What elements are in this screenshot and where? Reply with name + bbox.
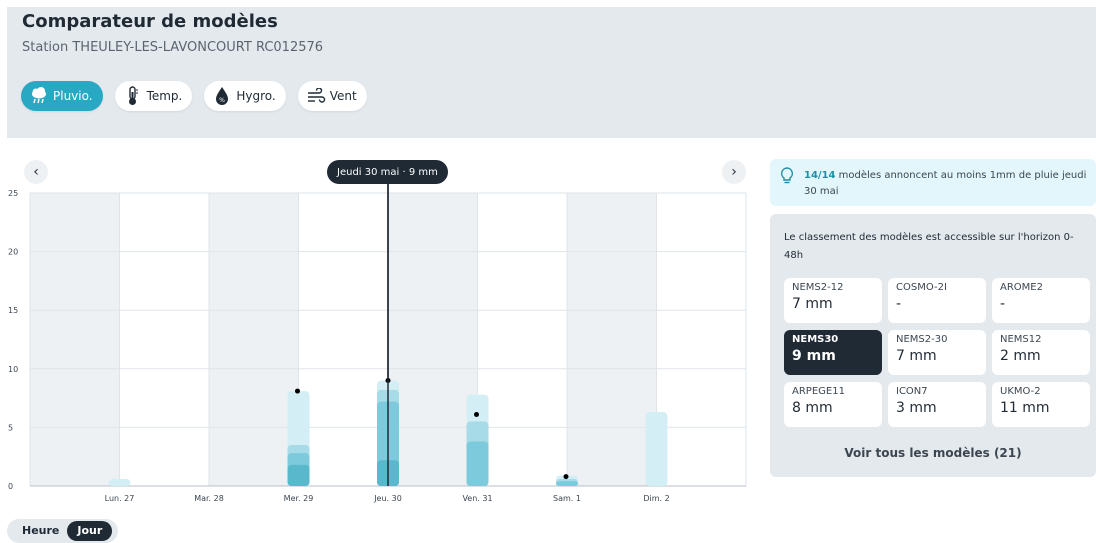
tab-pluvio[interactable]: Pluvio. bbox=[21, 81, 103, 111]
y-tick-label: 10 bbox=[8, 365, 18, 374]
day-column-shade bbox=[388, 193, 478, 486]
tab-vent-label: Vent bbox=[329, 89, 357, 103]
model-card[interactable]: NEMS2-12 7 mm bbox=[784, 278, 882, 323]
chevron-left-icon[interactable]: ‹ bbox=[24, 160, 48, 184]
toggle-day[interactable]: Jour bbox=[67, 521, 113, 541]
period-toggle: Heure Jour bbox=[7, 519, 118, 543]
model-name: NEMS2-12 bbox=[792, 282, 844, 293]
rain-cloud-icon bbox=[29, 86, 49, 106]
model-card[interactable]: AROME2 - bbox=[992, 278, 1090, 323]
model-ranking-panel: Le classement des modèles est accessible… bbox=[770, 214, 1096, 477]
model-value: - bbox=[896, 296, 902, 312]
x-tick-label: Sam. 1 bbox=[553, 494, 581, 503]
model-name: NEMS30 bbox=[792, 334, 839, 345]
consensus-count: 14/14 bbox=[804, 170, 836, 181]
consensus-text: modèles annoncent au moins 1mm de pluie … bbox=[804, 170, 1087, 197]
tab-hygro[interactable]: % Hygro. bbox=[204, 81, 286, 111]
model-card[interactable]: ARPEGE11 8 mm bbox=[784, 382, 882, 427]
page-title: Comparateur de modèles bbox=[22, 11, 278, 32]
station-subtitle: Station THEULEY-LES-LAVONCOURT RC012576 bbox=[22, 40, 324, 55]
model-name: ARPEGE11 bbox=[792, 386, 845, 397]
svg-text:%: % bbox=[220, 97, 226, 104]
x-tick-label: Lun. 27 bbox=[105, 494, 135, 503]
y-tick-label: 25 bbox=[8, 189, 18, 198]
model-value: 9 mm bbox=[792, 348, 836, 364]
tab-temp-label: Temp. bbox=[146, 89, 183, 103]
rain-bar bbox=[108, 478, 131, 486]
see-all-models-link[interactable]: Voir tous les modèles (21) bbox=[770, 446, 1096, 460]
lightbulb-icon bbox=[780, 167, 794, 188]
model-point bbox=[563, 474, 569, 480]
y-tick-label: 15 bbox=[8, 306, 18, 315]
tab-pluvio-label: Pluvio. bbox=[53, 89, 93, 103]
tab-hygro-label: Hygro. bbox=[236, 89, 276, 103]
model-name: AROME2 bbox=[1000, 282, 1043, 293]
model-name: UKMO-2 bbox=[1000, 386, 1041, 397]
model-point bbox=[295, 388, 300, 394]
model-card[interactable]: NEMS12 2 mm bbox=[992, 330, 1090, 375]
rain-bar bbox=[645, 412, 668, 486]
humidity-drop-icon: % bbox=[212, 86, 232, 106]
rain-chart: 0 5 10 15 20 25 Lun. 27 Mar. 28 Mer. 29 Jeu. 30 Ve… bbox=[0, 150, 760, 520]
x-tick-label: Ven. 31 bbox=[462, 494, 492, 503]
model-name: NEMS2-30 bbox=[896, 334, 948, 345]
wind-icon bbox=[306, 86, 326, 106]
rain-chart-svg: 0 5 10 15 20 25 Lun. 27 Mar. 28 Mer. 29 Jeu. 30 Ve… bbox=[8, 182, 747, 503]
selected-day-tooltip: Jeudi 30 mai · 9 mm bbox=[327, 160, 448, 184]
ranking-note: Le classement des modèles est accessible… bbox=[784, 232, 1074, 261]
x-tick-label: Dim. 2 bbox=[643, 494, 669, 503]
model-card[interactable]: NEMS30 9 mm bbox=[784, 330, 882, 375]
rain-bar bbox=[466, 441, 489, 486]
day-column-shade bbox=[567, 193, 657, 486]
rain-bar bbox=[556, 481, 578, 486]
tab-vent[interactable]: Vent bbox=[297, 81, 367, 111]
day-column-shade bbox=[209, 193, 299, 486]
variable-tabs: Pluvio. Temp. % Hygro. Vent bbox=[21, 81, 367, 111]
x-tick-label: Jeu. 30 bbox=[373, 494, 402, 503]
model-value: 7 mm bbox=[792, 296, 833, 312]
model-value: 11 mm bbox=[1000, 400, 1050, 416]
consensus-info: 14/14 modèles annoncent au moins 1mm de … bbox=[770, 159, 1096, 206]
rain-bar bbox=[287, 464, 310, 486]
model-value: 7 mm bbox=[896, 348, 937, 364]
model-grid: NEMS2-12 7 mm COSMO-2I - AROME2- NEMS30 9 mm NE… bbox=[784, 278, 1090, 427]
model-card[interactable]: ICON7 3 mm bbox=[888, 382, 986, 427]
model-name: NEMS12 bbox=[1000, 334, 1042, 345]
toggle-hour[interactable]: Heure bbox=[7, 521, 67, 541]
y-tick-label: 0 bbox=[8, 482, 13, 491]
x-tick-label: Mar. 28 bbox=[194, 494, 224, 503]
model-value: 3 mm bbox=[896, 400, 937, 416]
page-header: Comparateur de modèles Station THEULEY-L… bbox=[7, 7, 1096, 138]
thermometer-icon bbox=[123, 86, 143, 106]
model-card[interactable]: COSMO-2I - bbox=[888, 278, 986, 323]
x-tick-label: Mer. 29 bbox=[284, 494, 314, 503]
y-tick-label: 20 bbox=[8, 248, 18, 257]
model-card[interactable]: NEMS2-30 7 mm bbox=[888, 330, 986, 375]
model-name: ICON7 bbox=[896, 386, 928, 397]
chevron-right-icon[interactable]: › bbox=[722, 160, 746, 184]
model-point bbox=[474, 412, 479, 418]
y-tick-label: 5 bbox=[8, 423, 13, 432]
model-value: 2 mm bbox=[1000, 348, 1041, 364]
model-value: 8 mm bbox=[792, 400, 833, 416]
model-name: COSMO-2I bbox=[896, 282, 947, 293]
day-column-shade bbox=[30, 193, 120, 486]
tab-temp[interactable]: Temp. bbox=[114, 81, 193, 111]
model-card[interactable]: UKMO-2 11 mm bbox=[992, 382, 1090, 427]
model-value: - bbox=[1000, 296, 1006, 312]
